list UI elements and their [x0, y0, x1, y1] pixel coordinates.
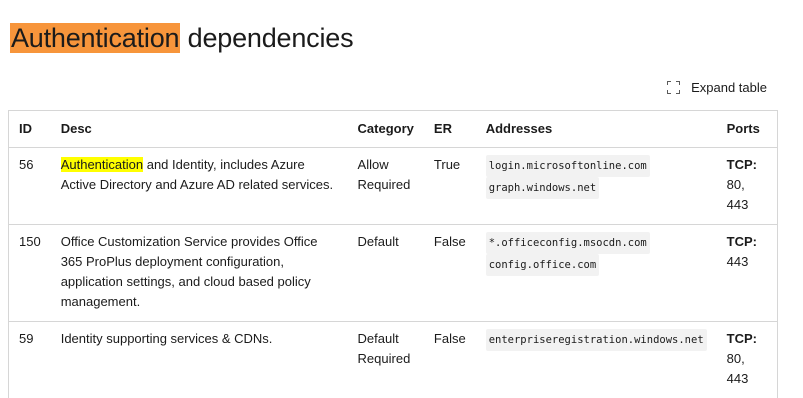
expand-table-label: Expand table	[691, 80, 767, 95]
port-protocol: TCP:	[727, 155, 767, 175]
cell-category: Default	[348, 225, 424, 322]
cell-id: 56	[9, 148, 51, 225]
address-code: graph.windows.net	[486, 177, 599, 199]
cell-er: True	[424, 148, 476, 225]
page-heading: Authentication dependencies	[10, 18, 353, 58]
cell-desc: Office Customization Service provides Of…	[51, 225, 348, 322]
address-code: *.officeconfig.msocdn.com	[486, 232, 650, 254]
cell-desc: Authentication and Identity, includes Az…	[51, 148, 348, 225]
cell-id: 150	[9, 225, 51, 322]
cell-addresses: enterpriseregistration.windows.net	[476, 322, 717, 398]
cell-category: Allow Required	[348, 148, 424, 225]
heading-rest: dependencies	[180, 23, 353, 53]
address-code: login.microsoftonline.com	[486, 155, 650, 177]
header-er: ER	[424, 111, 476, 148]
cell-addresses: login.microsoftonline.com graph.windows.…	[476, 148, 717, 225]
desc-highlight: Authentication	[61, 157, 143, 172]
table-header-row: ID Desc Category ER Addresses Ports	[9, 111, 777, 148]
cell-er: False	[424, 225, 476, 322]
heading-highlight: Authentication	[10, 23, 180, 53]
header-ports: Ports	[717, 111, 777, 148]
port-values: 80, 443	[727, 177, 749, 212]
cell-category: Default Required	[348, 322, 424, 398]
header-desc: Desc	[51, 111, 348, 148]
expand-table-button[interactable]: Expand table	[667, 80, 767, 95]
cell-ports: TCP: 443	[717, 225, 777, 322]
cell-ports: TCP: 80, 443	[717, 322, 777, 398]
header-addresses: Addresses	[476, 111, 717, 148]
desc-text: Identity supporting services & CDNs.	[61, 331, 273, 346]
table-row: 150 Office Customization Service provide…	[9, 225, 777, 322]
cell-ports: TCP: 80, 443	[717, 148, 777, 225]
header-id: ID	[9, 111, 51, 148]
port-protocol: TCP:	[727, 232, 767, 252]
endpoints-table: ID Desc Category ER Addresses Ports 56 A…	[9, 111, 777, 398]
port-values: 80, 443	[727, 351, 749, 386]
expand-icon	[667, 81, 680, 94]
port-protocol: TCP:	[727, 329, 767, 349]
port-values: 443	[727, 254, 749, 269]
header-category: Category	[348, 111, 424, 148]
cell-desc: Identity supporting services & CDNs.	[51, 322, 348, 398]
table-row: 59 Identity supporting services & CDNs. …	[9, 322, 777, 398]
cell-er: False	[424, 322, 476, 398]
cell-id: 59	[9, 322, 51, 398]
desc-text: Office Customization Service provides Of…	[61, 234, 318, 309]
cell-addresses: *.officeconfig.msocdn.com config.office.…	[476, 225, 717, 322]
table-row: 56 Authentication and Identity, includes…	[9, 148, 777, 225]
address-code: config.office.com	[486, 254, 599, 276]
address-code: enterpriseregistration.windows.net	[486, 329, 707, 351]
